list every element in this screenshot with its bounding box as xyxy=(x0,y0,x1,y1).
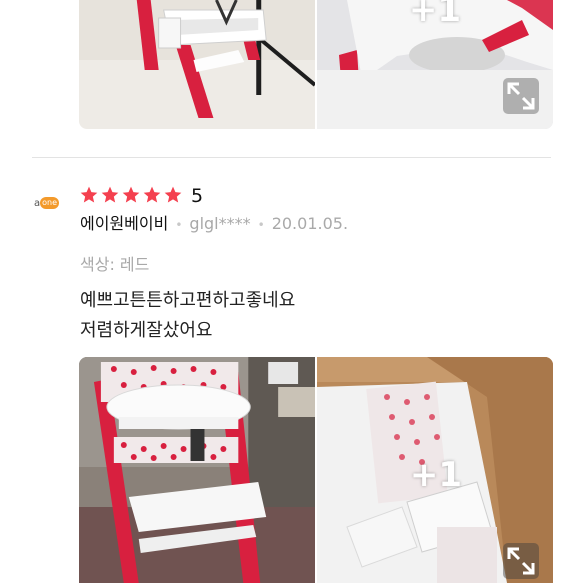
star-icon xyxy=(143,186,161,203)
reviewer-nickname: 에이원베이비 xyxy=(80,214,169,233)
separator-dot: • xyxy=(257,218,265,232)
review-date: 20.01.05. xyxy=(271,214,349,233)
expand-photo-button[interactable] xyxy=(503,78,539,114)
chair-photo-image xyxy=(79,0,315,129)
high-chair-photo-image xyxy=(79,357,315,583)
reviewer-avatar: a one xyxy=(34,197,60,209)
expand-photo-button[interactable] xyxy=(503,543,539,579)
separator-dot: • xyxy=(175,218,183,232)
review-photo-more[interactable]: +1 xyxy=(317,0,553,129)
review-meta: 에이원베이비 • glgl**** • 20.01.05. xyxy=(80,213,348,236)
reviewer-id: glgl**** xyxy=(189,214,251,233)
star-icon xyxy=(101,186,119,203)
review-body: 예쁘고튼튼하고편하고좋네요 저렴하게잘샀어요 xyxy=(80,286,295,346)
review-line: 저렴하게잘샀어요 xyxy=(80,320,213,341)
star-icon xyxy=(122,186,140,203)
purchase-option: 색상: 레드 xyxy=(80,255,150,274)
review-photo[interactable] xyxy=(79,0,315,129)
more-photos-count: +1 xyxy=(408,0,462,30)
expand-arrows-icon xyxy=(507,82,535,110)
more-photos-count: +1 xyxy=(409,455,463,495)
previous-review-photos: +1 xyxy=(79,0,553,129)
review-photo[interactable] xyxy=(79,357,315,583)
review-line: 예쁘고튼튼하고편하고좋네요 xyxy=(80,290,296,311)
star-icon xyxy=(164,186,182,203)
star-rating xyxy=(79,185,183,205)
rating-value: 5 xyxy=(191,185,204,207)
expand-arrows-icon xyxy=(507,547,535,575)
star-icon xyxy=(80,186,98,203)
review-divider xyxy=(32,157,551,158)
